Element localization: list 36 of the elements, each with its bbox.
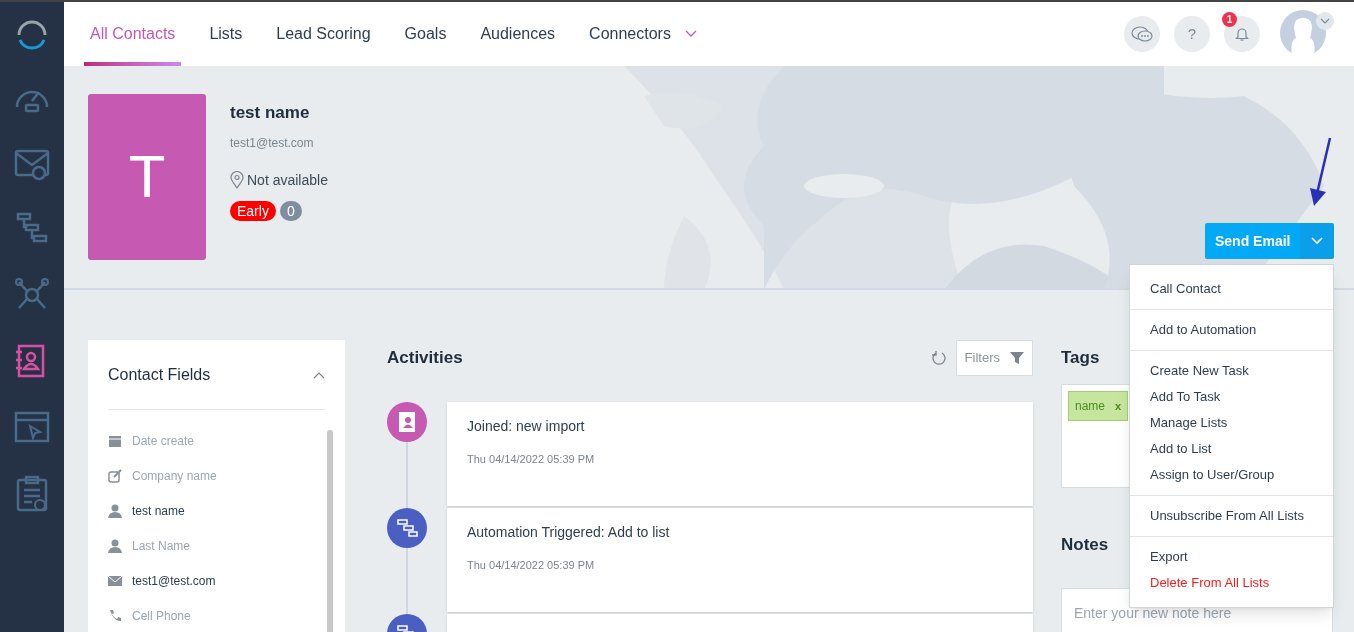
activity-title: Joined: new import: [467, 417, 586, 436]
field-input[interactable]: Company name: [132, 467, 322, 485]
menu-item[interactable]: Export: [1130, 544, 1333, 570]
menu-item[interactable]: Add to List: [1130, 436, 1333, 462]
nav-tab[interactable]: Goals: [402, 2, 449, 66]
activity-title: Automation Triggered: Add to list: [467, 523, 671, 542]
section-title: Tags: [1061, 347, 1100, 370]
section-title: Activities: [387, 347, 463, 370]
contact-location: Not available: [247, 170, 328, 190]
field-input[interactable]: Cell Phone: [132, 607, 322, 625]
notification-count: 1: [1222, 12, 1237, 27]
panel-title: Contact Fields: [108, 364, 211, 385]
nav-tab[interactable]: Audiences: [478, 2, 558, 66]
menu-item[interactable]: Add To Task: [1130, 384, 1333, 410]
activity-time: Thu 04/14/2022 05:39 PM: [467, 558, 596, 573]
menu-item[interactable]: Manage Lists: [1130, 410, 1333, 436]
field-input[interactable]: Date create: [132, 432, 322, 450]
field-input[interactable]: Last Name: [132, 537, 322, 555]
contact-avatar: T: [88, 94, 206, 260]
nav-tab[interactable]: Lists: [207, 2, 245, 66]
field-input[interactable]: test1@test.com: [132, 572, 322, 590]
section-title: Notes: [1061, 534, 1109, 556]
nav-tab[interactable]: Connectors: [587, 2, 699, 66]
menu-item[interactable]: Call Contact: [1130, 276, 1333, 302]
score-badge: 0: [279, 200, 302, 221]
menu-item[interactable]: Add to Automation: [1130, 317, 1333, 343]
contact-email: test1@test.com: [230, 134, 315, 152]
menu-item[interactable]: Assign to User/Group: [1130, 462, 1333, 488]
contact-name: test name: [230, 102, 311, 124]
menu-item[interactable]: Unsubscribe From All Lists: [1130, 503, 1333, 529]
field-input[interactable]: test name: [132, 502, 322, 520]
nav-tab[interactable]: Lead Scoring: [274, 2, 373, 66]
menu-item[interactable]: Create New Task: [1130, 358, 1333, 384]
tag-label: name: [1075, 398, 1106, 415]
stage-badge: Early: [230, 200, 276, 221]
activity-time: Thu 04/14/2022 05:39 PM: [467, 452, 596, 467]
